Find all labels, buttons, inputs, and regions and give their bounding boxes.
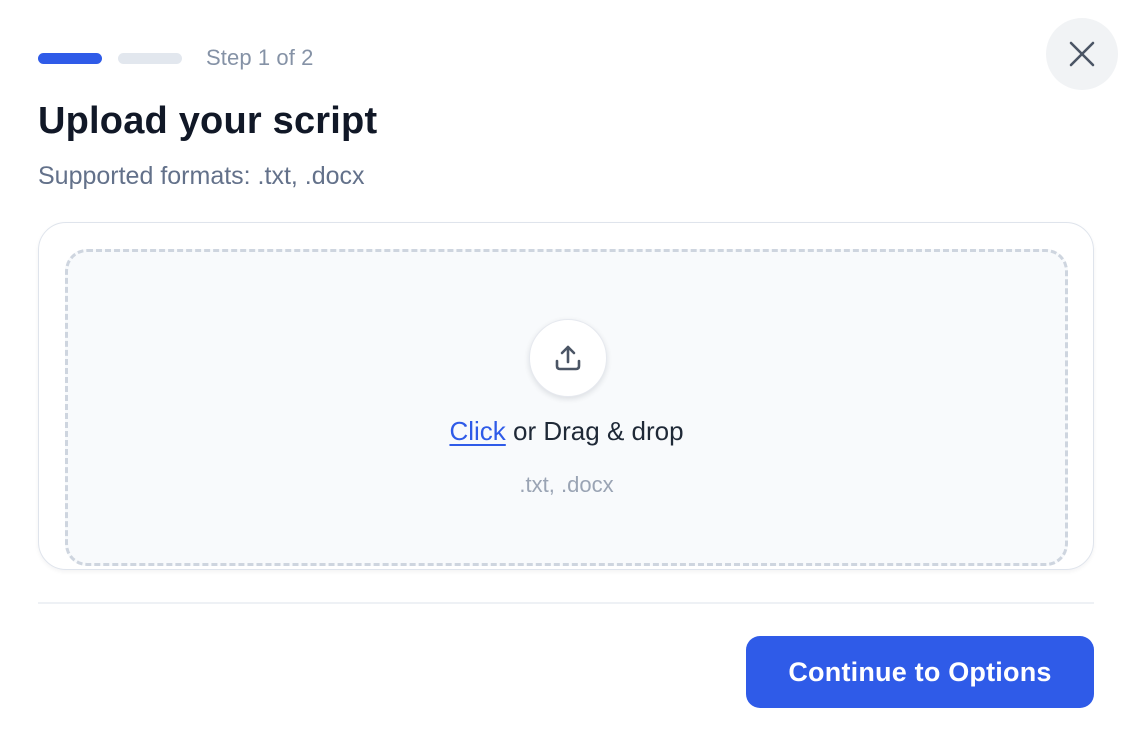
upload-dialog: Step 1 of 2 Upload your script Supported… [0, 0, 1136, 750]
file-drop-zone[interactable]: Click or Drag & drop .txt, .docx [65, 249, 1068, 566]
supported-formats-subtitle: Supported formats: .txt, .docx [38, 162, 365, 190]
drop-instructions: Click or Drag & drop [68, 416, 1065, 447]
close-icon [1069, 41, 1095, 67]
upload-card: Click or Drag & drop .txt, .docx [38, 222, 1094, 570]
close-button[interactable] [1046, 18, 1118, 90]
step-progress: Step 1 of 2 [38, 44, 314, 72]
accepted-formats-hint: .txt, .docx [519, 472, 614, 497]
continue-to-options-button[interactable]: Continue to Options [746, 636, 1094, 708]
click-to-upload-link[interactable]: Click [449, 416, 505, 446]
upload-button[interactable] [529, 319, 607, 397]
page-title: Upload your script [38, 100, 378, 142]
progress-segment-step-1 [38, 52, 102, 64]
upload-icon [555, 345, 581, 371]
step-indicator-label: Step 1 of 2 [206, 45, 314, 70]
progress-segment-step-2 [118, 52, 182, 64]
drag-drop-text: or Drag & drop [505, 416, 684, 446]
footer-divider [38, 602, 1094, 604]
